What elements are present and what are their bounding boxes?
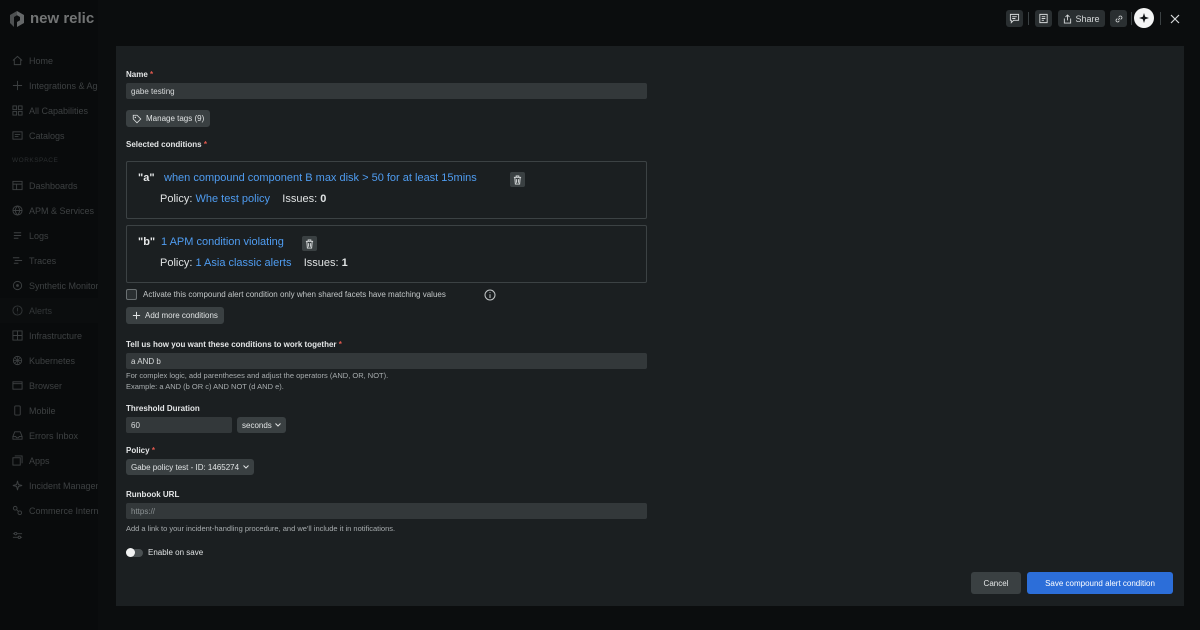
enable-on-save-toggle[interactable] <box>126 548 143 557</box>
condition-policy-link[interactable]: 1 Asia classic alerts <box>195 257 291 269</box>
shared-facets-label: Activate this compound alert condition o… <box>143 290 446 299</box>
condition-key: "a" <box>138 172 155 184</box>
runbook-help-text: Add a link to your incident-handling pro… <box>126 524 396 533</box>
logic-example-text: Example: a AND (b OR c) AND NOT (d AND e… <box>126 382 284 391</box>
condition-meta: Policy: 1 Asia classic alerts Issues: 1 <box>160 257 348 269</box>
condition-card-b: "b" 1 APM condition violating Policy: 1 … <box>126 225 647 283</box>
policy-select[interactable]: Gabe policy test - ID: 1465274 <box>126 459 255 475</box>
condition-policy-link[interactable]: Whe test policy <box>195 193 270 205</box>
ai-assistant-button[interactable] <box>1134 8 1154 28</box>
sidebar: new relic Home Integrations & Agents All… <box>0 0 98 630</box>
sparkle-icon <box>1139 13 1149 23</box>
threshold-unit-value: seconds <box>242 420 272 430</box>
add-more-conditions-label: Add more conditions <box>145 311 218 320</box>
notes-button[interactable] <box>1035 10 1052 27</box>
trash-icon <box>513 175 522 184</box>
enable-on-save-label: Enable on save <box>148 548 204 557</box>
close-icon <box>1170 14 1180 24</box>
chat-icon <box>1009 13 1020 24</box>
tag-icon <box>132 114 142 123</box>
policy-label: Policy * <box>126 446 155 455</box>
toolbar-divider <box>1160 12 1161 25</box>
share-icon <box>1064 13 1072 23</box>
runbook-url-label: Runbook URL <box>126 490 180 499</box>
condition-meta: Policy: Whe test policy Issues: 0 <box>160 193 327 205</box>
share-label: Share <box>1075 13 1100 24</box>
condition-title-link[interactable]: 1 APM condition violating <box>161 236 284 248</box>
condition-card-a: "a" when compound component B max disk >… <box>126 161 647 219</box>
add-more-conditions-button[interactable]: Add more conditions <box>126 307 224 324</box>
condition-key: "b" <box>138 236 156 248</box>
threshold-unit-select[interactable]: seconds <box>237 417 286 433</box>
modal-backdrop <box>0 0 98 630</box>
toolbar-divider <box>1131 12 1132 25</box>
share-button[interactable]: Share <box>1058 10 1105 27</box>
compound-condition-panel: Name * gabe testing Manage tags (9) Sele… <box>116 46 1184 606</box>
link-icon <box>1115 15 1122 22</box>
threshold-duration-label: Threshold Duration <box>126 404 200 413</box>
required-mark: * <box>150 70 154 79</box>
manage-tags-label: Manage tags (9) <box>146 114 205 123</box>
feedback-button[interactable] <box>1006 10 1023 27</box>
plus-icon <box>132 311 141 320</box>
name-input[interactable]: gabe testing <box>126 83 647 99</box>
logic-help-text: For complex logic, add parentheses and a… <box>126 371 389 380</box>
policy-select-value: Gabe policy test - ID: 1465274 <box>131 462 240 472</box>
cancel-button[interactable]: Cancel <box>971 572 1021 594</box>
name-label: Name * <box>126 70 154 79</box>
remove-condition-button[interactable] <box>302 236 317 251</box>
top-bar: Share <box>98 0 1200 40</box>
logic-label: Tell us how you want these conditions to… <box>126 340 342 349</box>
remove-condition-button[interactable] <box>510 172 525 187</box>
copy-link-button[interactable] <box>1110 10 1127 27</box>
logic-expression-input[interactable]: a AND b <box>126 353 647 369</box>
selected-conditions-label: Selected conditions * <box>126 140 207 149</box>
chevron-down-icon <box>274 423 281 427</box>
issues-count: 1 <box>341 257 348 269</box>
notes-icon <box>1039 13 1048 24</box>
info-icon[interactable] <box>484 289 496 301</box>
toolbar-divider <box>1028 12 1029 25</box>
shared-facets-checkbox[interactable] <box>126 289 137 300</box>
trash-icon <box>305 239 314 248</box>
threshold-duration-input[interactable]: 60 <box>126 417 232 433</box>
condition-title-link[interactable]: when compound component B max disk > 50 … <box>164 172 477 184</box>
manage-tags-button[interactable]: Manage tags (9) <box>126 110 211 127</box>
runbook-url-input[interactable]: https:// <box>126 503 647 519</box>
close-button[interactable] <box>1168 12 1182 26</box>
chevron-down-icon <box>243 465 249 469</box>
save-compound-condition-button[interactable]: Save compound alert condition <box>1027 572 1173 594</box>
issues-count: 0 <box>320 193 327 205</box>
